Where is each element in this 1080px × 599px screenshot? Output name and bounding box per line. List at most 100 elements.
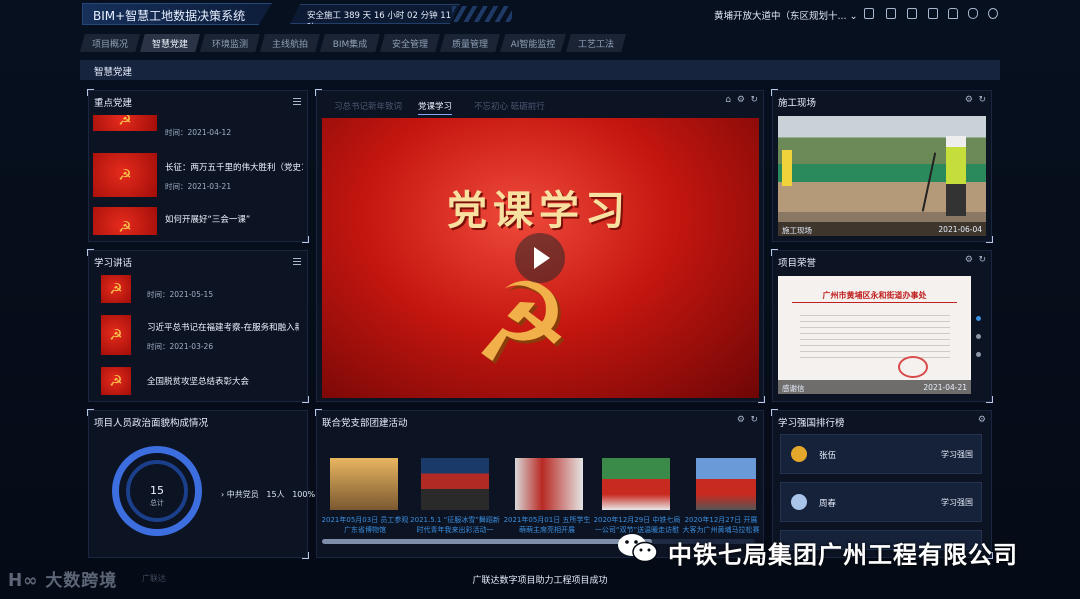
- document-heading: 广州市黄埔区永和街道办事处: [822, 291, 927, 300]
- home-icon[interactable]: ⌂: [725, 95, 731, 105]
- carousel-dot[interactable]: [976, 316, 981, 321]
- video-tab[interactable]: 习总书记新年致词: [334, 100, 402, 112]
- activity-caption[interactable]: 2020年12月27日 开展大客为广州黄埔马拉松赛事服务: [682, 515, 760, 535]
- table-icon[interactable]: [886, 8, 896, 19]
- news-title[interactable]: 全国脱贫攻坚总结表彰大会: [147, 375, 299, 387]
- video-tab[interactable]: 不忘初心 砥砺前行: [474, 100, 545, 112]
- monitor-icon[interactable]: [928, 8, 938, 19]
- rank-name: 周春: [819, 499, 837, 509]
- menu-icon[interactable]: [293, 98, 301, 105]
- news-date: 时间：2021-05-15: [147, 290, 214, 299]
- gold-medal-icon: [791, 446, 807, 462]
- tab-party[interactable]: 智慧党建: [140, 34, 200, 52]
- activity-photo[interactable]: [696, 458, 756, 510]
- rank-name: 张伍: [819, 451, 837, 461]
- tab-environment[interactable]: 环境监测: [200, 34, 260, 52]
- shirt-icon[interactable]: [948, 8, 958, 19]
- chevron-down-icon: ⌄: [849, 11, 858, 22]
- tab-bim[interactable]: BIM集成: [320, 34, 380, 52]
- shield-icon[interactable]: [968, 8, 978, 19]
- study-talk-panel: 学习讲话 时间：2021-05-15 习近平总书记在福建考察-在服务和融入新发.…: [87, 249, 309, 403]
- tab-craft[interactable]: 工艺工法: [566, 34, 626, 52]
- tab-ai-monitor[interactable]: AI智能监控: [500, 34, 566, 52]
- wechat-icon: [618, 534, 658, 563]
- activity-photo[interactable]: [515, 458, 583, 510]
- news-list: 时间：2021-04-12 长征：两万五千里的伟大胜利（党史1... 时间：20…: [93, 115, 303, 235]
- user-icon[interactable]: [988, 8, 998, 19]
- worker-figure: [946, 136, 966, 216]
- panel-title: 联合党支部团建活动: [322, 418, 408, 429]
- site-photo[interactable]: 施工现场 2021-06-04: [778, 116, 986, 236]
- refresh-icon[interactable]: ↻: [750, 95, 758, 105]
- system-title: BIM+智慧工地数据决策系统: [82, 3, 272, 25]
- panel-title: 重点党建: [94, 98, 133, 109]
- news-title[interactable]: 长征：两万五千里的伟大胜利（党史1...: [165, 161, 303, 173]
- company-name: 中铁七局集团广州工程有限公司: [668, 541, 1018, 569]
- gear-icon[interactable]: ⚙: [965, 95, 973, 105]
- tab-overview[interactable]: 项目概况: [80, 34, 140, 52]
- honor-photo[interactable]: 广州市黄埔区永和街道办事处 感谢信 2021-04-21: [778, 276, 971, 394]
- tab-quality[interactable]: 质量管理: [440, 34, 500, 52]
- document-text: [800, 310, 950, 360]
- news-thumbnail[interactable]: [101, 367, 131, 395]
- news-title[interactable]: 习近平总书记在福建考察-在服务和融入新发...: [147, 321, 299, 333]
- photo-caption: 感谢信 2021-04-21: [778, 380, 971, 394]
- grid-icon[interactable]: [864, 8, 874, 19]
- gear-icon[interactable]: ⚙: [737, 415, 745, 425]
- video-player[interactable]: ☭ 党课学习: [322, 118, 759, 398]
- news-thumbnail[interactable]: [93, 207, 157, 235]
- scrollbar-thumb[interactable]: [322, 539, 652, 544]
- top-bar: BIM+智慧工地数据决策系统 安全施工 389 天 16 小时 02 分钟 11…: [0, 0, 1080, 30]
- safety-countdown: 安全施工 389 天 16 小时 02 分钟 11 秒: [290, 4, 460, 24]
- news-thumbnail[interactable]: [101, 275, 131, 303]
- play-icon[interactable]: [515, 233, 565, 283]
- panel-title: 学习强国排行榜: [778, 418, 845, 429]
- activity-caption[interactable]: 2021年05月03日 员工参观广东省博物馆: [320, 515, 410, 535]
- activity-photo[interactable]: [330, 458, 398, 510]
- news-date: 时间：2021-03-26: [147, 342, 214, 351]
- refresh-icon[interactable]: ↻: [750, 415, 758, 425]
- news-date: 时间：2021-04-12: [165, 128, 232, 137]
- silver-medal-icon: [791, 494, 807, 510]
- dashboard: BIM+智慧工地数据决策系统 安全施工 389 天 16 小时 02 分钟 11…: [0, 0, 1080, 599]
- worker-figure: [782, 150, 792, 186]
- panel-title: 学习讲话: [94, 258, 133, 269]
- activity-photo[interactable]: [602, 458, 670, 510]
- tripod: [921, 152, 937, 212]
- photo-caption: 施工现场 2021-06-04: [778, 222, 986, 236]
- carousel-dot[interactable]: [976, 334, 981, 339]
- tab-aerial[interactable]: 主线航拍: [260, 34, 320, 52]
- activity-caption[interactable]: 2021.5.1 “征服冰雪”舞蹈新时代青年我来出彩活动一: [410, 515, 500, 535]
- tab-safety[interactable]: 安全管理: [380, 34, 440, 52]
- seal-stamp: [898, 356, 928, 378]
- rank-tag: 学习强国: [941, 498, 973, 507]
- menu-icon[interactable]: [293, 258, 301, 265]
- rank-tag: 学习强国: [941, 450, 973, 459]
- project-select[interactable]: 黄埔开放大道中（东区规划十... ⌄: [714, 8, 858, 22]
- refresh-icon[interactable]: ↻: [978, 95, 986, 105]
- donut-total-label: 总计: [150, 499, 164, 507]
- hammer-sickle-icon: ☭: [472, 259, 571, 387]
- carousel-dot[interactable]: [976, 352, 981, 357]
- ranking-row[interactable]: 周春 学习强国: [780, 482, 982, 522]
- panel-title: 项目人员政治面貌构成情况: [94, 418, 209, 429]
- activity-caption[interactable]: 2021年05月01日 五所学生萌萌主席亮相开展: [502, 515, 592, 535]
- divider: [792, 302, 957, 303]
- gear-icon[interactable]: ⚙: [965, 255, 973, 265]
- refresh-icon[interactable]: ↻: [978, 255, 986, 265]
- news-title[interactable]: 如何开展好“三会一课”: [165, 213, 303, 225]
- gear-icon[interactable]: ⚙: [737, 95, 745, 105]
- donut-total: 15: [150, 484, 164, 497]
- news-thumbnail[interactable]: [93, 153, 157, 197]
- key-party-panel: 重点党建 时间：2021-04-12 长征：两万五千里的伟大胜利（党史1... …: [87, 89, 309, 243]
- news-thumbnail[interactable]: [101, 315, 131, 355]
- watermark: ᕼ∞ 大数跨境: [8, 571, 118, 591]
- video-tab-active[interactable]: 党课学习: [418, 100, 453, 115]
- video-title: 党课学习: [447, 187, 631, 234]
- news-thumbnail[interactable]: [93, 115, 157, 131]
- ranking-row[interactable]: 张伍 学习强国: [780, 434, 982, 474]
- activity-photo[interactable]: [421, 458, 489, 510]
- window-icon[interactable]: [907, 8, 917, 19]
- gear-icon[interactable]: ⚙: [978, 415, 986, 425]
- section-title: 智慧党建: [94, 67, 133, 78]
